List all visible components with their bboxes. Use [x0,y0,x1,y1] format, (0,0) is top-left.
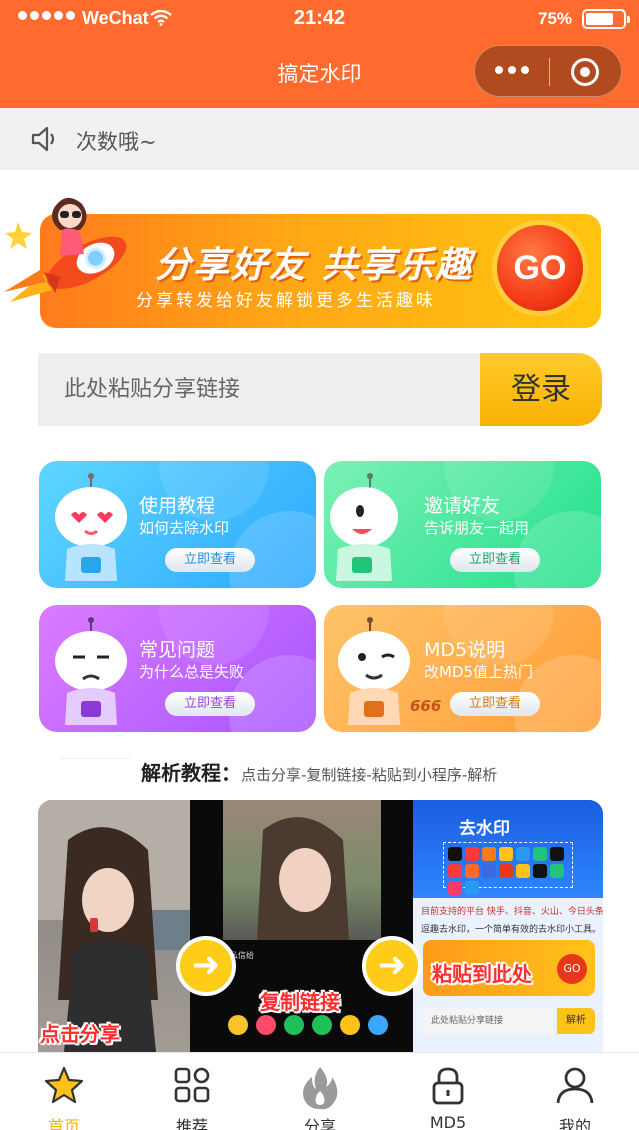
robot-sad-icon [55,617,127,725]
top-bar: WeChat 21:42 75% 搞定水印 [0,0,639,108]
view-now-button[interactable]: 立即查看 [165,692,255,716]
login-button[interactable]: 登录 [480,353,602,426]
arrow-right-icon: ➜ [362,936,422,996]
step3-label: 粘贴到此处 [432,962,532,986]
tab-label: 推荐 [175,1117,208,1130]
app-go: GO [557,954,587,984]
go-button[interactable]: GO [492,220,588,316]
tab-label: 分享 [303,1117,336,1130]
robot-heart-eyes-icon [55,473,127,581]
feature-desc: 为什么总是失败 [139,663,245,681]
banner-subtitle: 分享转发给好友解锁更多生活趣味 [136,291,436,311]
divider [60,758,130,759]
feature-desc: 告诉朋友一起用 [424,519,530,537]
battery-icon [582,9,630,29]
feature-title: 常见问题 [139,639,216,661]
star-icon [44,1066,84,1104]
feature-card-tutorial[interactable]: 使用教程 如何去除水印 立即查看 [39,461,316,588]
app-title: 去水印 [459,819,510,839]
tab-bar: 首页 推荐 分享 MD5 我的 [0,1052,639,1130]
close-miniprogram-icon[interactable] [571,58,599,86]
speaker-icon [31,126,55,152]
app-intro: 逗趣去水印，一个简单有效的去水印小工具。 [421,925,602,935]
share-link-input[interactable] [38,353,480,426]
girl-photo [38,800,190,1052]
tab-recommend[interactable]: 推荐 [128,1053,256,1130]
capsule-divider [549,58,550,86]
view-now-button[interactable]: 立即查看 [450,548,540,572]
feature-card-faq[interactable]: 常见问题 为什么总是失败 立即查看 [39,605,316,732]
tab-label: 我的 [558,1117,591,1130]
notice-text: 次数哦~ [76,130,157,154]
miniprogram-capsule [474,45,622,97]
step2-label: 复制链接 [260,990,340,1014]
tab-label: MD5 [429,1113,467,1130]
feature-card-md5[interactable]: 666 MD5说明 改MD5值上热门 立即查看 [324,605,601,732]
share-link-field-wrap [38,353,480,426]
tab-home[interactable]: 首页 [0,1053,128,1130]
notice-bar: 次数哦~ [0,108,639,170]
rocket-girl-illustration [4,197,127,302]
step1-label: 点击分享 [40,1022,120,1046]
battery-percent: 75% [538,9,573,28]
tutorial-steps: 点击分享-复制链接-粘贴到小程序-解析 [241,766,498,784]
tutorial-title: 解析教程： [141,761,241,785]
lock-icon [432,1067,464,1105]
feature-desc: 如何去除水印 [139,519,230,537]
tutorial-panel-video [38,800,190,1052]
tutorial-image: 私信给 去水印 目前支持的平台 快手、抖音、火山、今日头条 逗趣去水印，一个简单… [38,800,603,1052]
feature-title: 使用教程 [139,495,216,517]
app-root: WeChat 21:42 75% 搞定水印 次数哦~ 分享好友 共享乐趣 分享转… [0,0,639,1130]
tab-md5[interactable]: MD5 [384,1053,512,1130]
feature-title: MD5说明 [424,639,506,661]
tutorial-panel-app: 去水印 目前支持的平台 快手、抖音、火山、今日头条 逗趣去水印，一个简单有效的去… [413,800,603,1052]
view-now-button[interactable]: 立即查看 [165,548,255,572]
banner-headline: 分享好友 共享乐趣 [155,245,474,286]
app-notice: 目前支持的平台 快手、抖音、火山、今日头条 [421,907,603,917]
more-menu-icon[interactable] [495,66,529,74]
feature-title: 邀请好友 [424,495,501,517]
grid-icon [174,1067,210,1103]
tab-share[interactable]: 分享 [256,1053,384,1130]
robot-wink-icon [338,617,410,725]
feature-card-invite[interactable]: 邀请好友 告诉朋友一起用 立即查看 [324,461,601,588]
user-icon [556,1067,594,1104]
share-icons-row [228,1015,388,1035]
app-input: 此处粘贴分享链接 [423,1008,553,1034]
view-now-button[interactable]: 立即查看 [450,692,540,716]
app-parse-button: 解析 [557,1008,595,1034]
feature-desc: 改MD5值上热门 [424,663,534,681]
tab-label: 首页 [47,1117,80,1130]
robot-happy-icon [330,473,398,581]
arrow-right-icon: ➜ [176,936,236,996]
status-bar: WeChat 21:42 75% [0,0,639,40]
flame-icon [303,1067,338,1110]
girl-photo-2 [257,817,349,940]
badge-666: 666 [410,697,442,715]
tab-mine[interactable]: 我的 [511,1053,639,1130]
tutorial-heading: 解析教程：点击分享-复制链接-粘贴到小程序-解析 [141,757,497,786]
